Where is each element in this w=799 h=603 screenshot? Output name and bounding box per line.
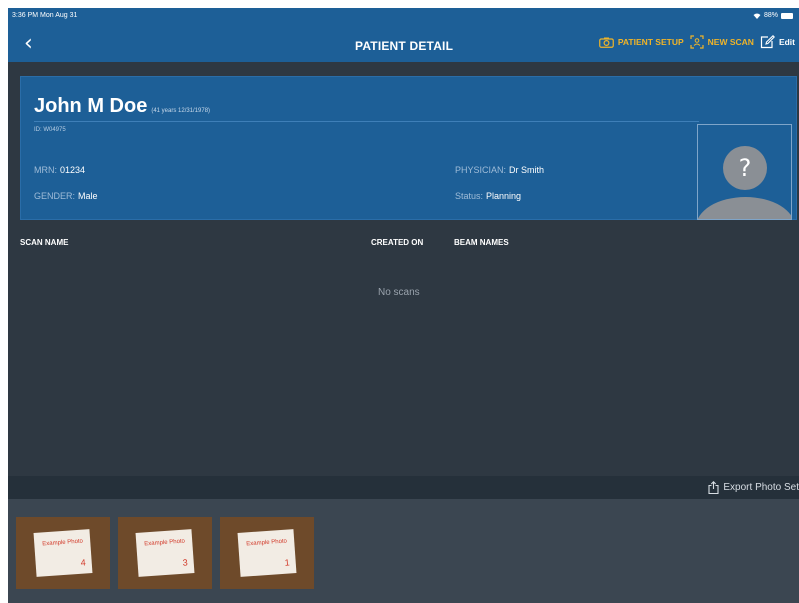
photo-thumbnail[interactable]: Example Photo 4 xyxy=(16,517,110,589)
export-photo-set-button[interactable]: Export Photo Set xyxy=(708,481,799,494)
avatar[interactable]: ? xyxy=(697,124,792,220)
photo-thumbnail[interactable]: Example Photo 1 xyxy=(220,517,314,589)
empty-scans-message: No scans xyxy=(378,287,420,298)
column-header-beam-names[interactable]: BEAM NAMES xyxy=(454,238,509,247)
mrn-value: 01234 xyxy=(60,165,86,175)
status-time: 3:36 PM Mon Aug 31 xyxy=(12,12,78,19)
physician-label: PHYSICIAN: xyxy=(455,165,507,175)
column-header-scan-name[interactable]: SCAN NAME xyxy=(20,238,68,247)
export-label: Export Photo Set xyxy=(723,482,799,493)
photo-number: 1 xyxy=(284,557,291,568)
new-scan-button[interactable]: NEW SCAN xyxy=(690,35,754,49)
avatar-placeholder-icon: ? xyxy=(723,146,767,190)
patient-age-dob: (41 years 12/31/1978) xyxy=(151,108,211,114)
column-header-created-on[interactable]: CREATED ON xyxy=(371,238,423,247)
camera-icon xyxy=(598,37,614,48)
ipad-screen: 3:36 PM Mon Aug 31 88% ‹ PATIENT DETAIL … xyxy=(8,8,799,603)
avatar-body xyxy=(698,197,791,219)
patient-setup-label: PATIENT SETUP xyxy=(617,37,684,47)
photo-caption: Example Photo xyxy=(144,538,186,548)
status-label: Status: xyxy=(455,191,484,201)
nav-actions: PATIENT SETUP NEW SCAN Edit xyxy=(598,35,795,49)
mrn-label: MRN: xyxy=(34,165,57,175)
back-chevron-icon[interactable]: ‹ xyxy=(24,31,33,56)
edit-button[interactable]: Edit xyxy=(760,35,795,49)
patient-id: ID: W04975 xyxy=(34,127,66,133)
edit-label: Edit xyxy=(778,37,795,47)
gender-value: Male xyxy=(78,191,98,201)
photo-caption: Example Photo xyxy=(42,538,84,548)
page-title: PATIENT DETAIL xyxy=(355,39,454,53)
photo-paper: Example Photo 1 xyxy=(237,529,297,577)
nav-bar: ‹ PATIENT DETAIL PATIENT SETUP NEW SCAN xyxy=(8,26,799,62)
patient-name: John M Doe xyxy=(34,95,148,117)
share-icon xyxy=(708,481,719,494)
gender-field: GENDER: Male xyxy=(34,191,98,201)
status-right: 88% xyxy=(753,12,793,19)
battery-percent: 88% xyxy=(763,12,778,19)
photo-thumbnail[interactable]: Example Photo 3 xyxy=(118,517,212,589)
battery-icon xyxy=(781,12,793,19)
export-bar: Export Photo Set xyxy=(8,476,799,499)
photo-paper: Example Photo 3 xyxy=(135,529,195,577)
photo-paper: Example Photo 4 xyxy=(33,529,93,577)
gender-label: GENDER: xyxy=(34,191,76,201)
photo-number: 4 xyxy=(80,557,87,568)
patient-setup-button[interactable]: PATIENT SETUP xyxy=(598,37,684,48)
status-value: Planning xyxy=(486,191,522,201)
new-scan-label: NEW SCAN xyxy=(707,37,754,47)
mrn-field: MRN: 01234 xyxy=(34,165,85,175)
physician-field: PHYSICIAN: Dr Smith xyxy=(455,165,544,175)
patient-name-row: John M Doe (41 years 12/31/1978) xyxy=(34,95,210,118)
status-bar: 3:36 PM Mon Aug 31 88% xyxy=(8,8,799,26)
edit-icon xyxy=(760,35,775,49)
physician-value: Dr Smith xyxy=(509,165,545,175)
photo-number: 3 xyxy=(182,557,189,568)
scan-icon xyxy=(690,35,704,49)
card-divider xyxy=(34,121,699,122)
status-field: Status: Planning xyxy=(455,191,521,201)
photo-caption: Example Photo xyxy=(246,538,288,548)
photo-strip: Example Photo 4 Example Photo 3 Example … xyxy=(8,499,799,603)
patient-card: John M Doe (41 years 12/31/1978) ID: W049… xyxy=(20,76,797,220)
wifi-icon xyxy=(753,13,761,19)
